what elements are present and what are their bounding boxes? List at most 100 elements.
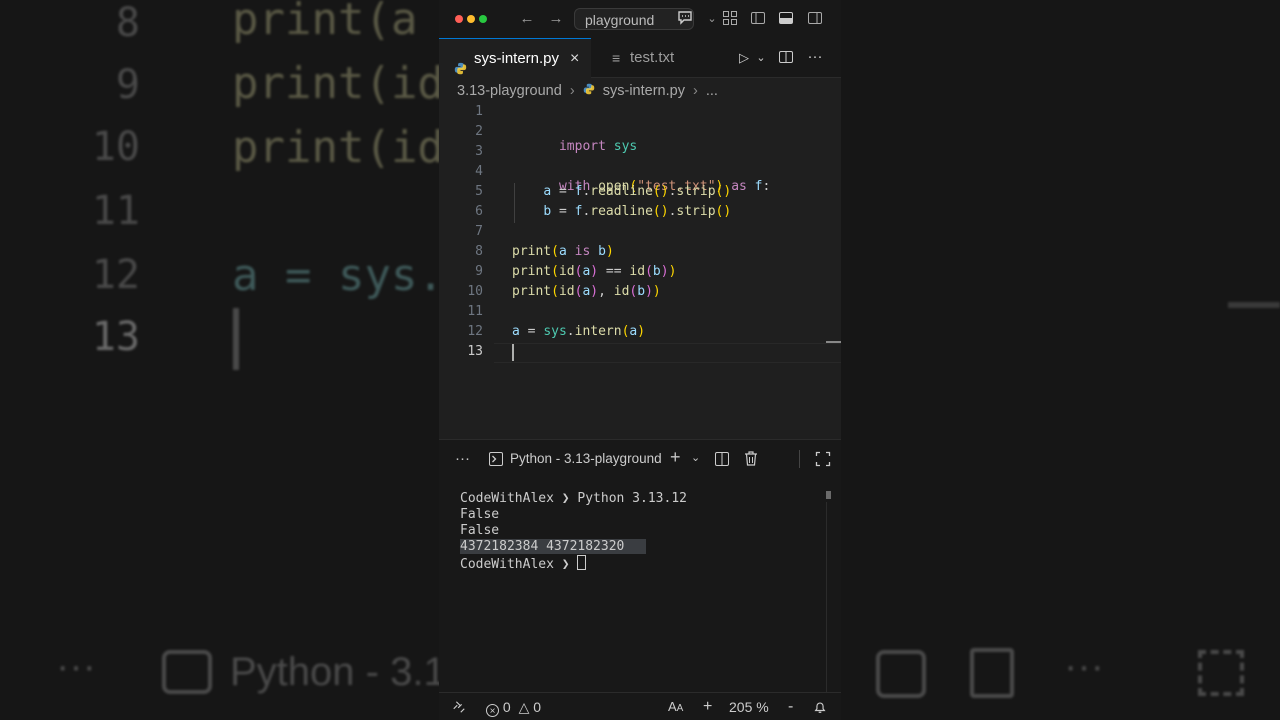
bg-line-number: 12 [91,252,140,298]
close-icon[interactable]: × [570,39,579,79]
terminal-tab-label[interactable]: Python - 3.13-playground [510,450,662,468]
code-token: sys [613,139,638,154]
breadcrumb-file[interactable]: sys-intern.py [603,83,685,99]
line-number: 12 [467,324,483,339]
editor-window: ← → playground ⌄ sys-intern.py × ≡ test.… [439,0,841,720]
bg-code-line: print(id [232,122,444,173]
tab-label: sys-intern.py [474,50,560,67]
line-number: 9 [475,264,483,279]
split-editor-icon[interactable] [777,49,795,67]
bg-maximize-icon [1198,650,1244,696]
bell-icon[interactable] [813,693,827,720]
bg-trash-icon [970,648,1014,698]
close-window-icon[interactable] [455,15,463,23]
terminal-icon [488,451,504,472]
chevron-down-icon[interactable]: ⌄ [691,449,700,467]
terminal-line: CodeWithAlex ❯ Python 3.13.12 [460,491,687,506]
bg-terminal-label: Python - 3.1 [230,650,446,694]
remote-icon[interactable] [452,693,466,720]
line-number: 11 [467,304,483,319]
font-size-label: A [668,699,677,714]
code-line: print(id(a), id(b)) [512,284,661,299]
bg-code-line: a = sys. [232,250,444,301]
chevron-right-icon: › [569,83,575,99]
warning-count: 0 [533,699,542,715]
run-icon[interactable]: ▷ [735,49,753,67]
line-number-current: 13 [467,344,483,359]
bg-split-icon [876,650,926,698]
tab-sys-intern-py[interactable]: sys-intern.py × [439,38,591,78]
terminal-panel: ··· Python - 3.13-playground + ⌄ CodeWit… [439,439,841,693]
title-bar: ← → playground ⌄ [439,0,841,38]
tab-test-txt[interactable]: ≡ test.txt [591,38,717,78]
customize-layout-icon[interactable] [721,10,739,28]
warning-icon: △ [518,699,530,715]
trash-icon[interactable] [743,450,759,472]
code-line: print(a is b) [512,244,614,259]
toggle-panel-icon[interactable] [777,10,795,28]
bg-terminal-icon [162,650,212,694]
toggle-primary-sidebar-icon[interactable] [749,10,767,28]
python-icon [583,80,596,102]
zoom-out-button[interactable]: - [788,693,793,720]
scroll-track [826,502,827,693]
code-line: print(id(a) == id(b)) [512,264,677,279]
scroll-position-marker [826,341,841,343]
line-number: 4 [475,164,483,179]
font-size-icon[interactable]: AA [668,693,683,720]
prompt-text: CodeWithAlex ❯ [460,557,578,572]
bg-line-number: 13 [91,314,140,360]
text-caret [512,344,514,361]
code-token: import [558,139,606,154]
copilot-chat-icon[interactable] [676,9,694,27]
bg-caret [233,308,239,370]
code-line: import sys [512,124,637,169]
terminal-prompt[interactable]: CodeWithAlex ❯ [460,555,587,572]
breadcrumb-more[interactable]: ... [706,83,718,99]
code-line: a = f.readline().strip() [543,184,732,199]
bg-more-icon-2: ··· [1064,644,1104,688]
split-terminal-icon[interactable] [714,451,730,472]
zoom-in-button[interactable]: + [703,693,712,720]
zoom-level[interactable]: 205 % [729,693,769,720]
terminal-scrollbar[interactable] [826,491,831,499]
problems-indicator[interactable]: × 0 △ 0 [486,693,541,720]
terminal-cursor [577,555,587,570]
bg-line-number: 10 [91,124,140,170]
tab-label: test.txt [630,49,675,66]
text-file-icon: ≡ [612,50,621,66]
line-number: 8 [475,244,483,259]
breadcrumb: 3.13-playground › sys-intern.py › ... [457,80,718,102]
error-icon: × [486,704,499,717]
divider [799,450,800,468]
bg-code-line: print(a [232,0,418,45]
maximize-window-icon[interactable] [479,15,487,23]
current-line-highlight [494,343,841,363]
back-arrow-icon[interactable]: ← [518,10,536,28]
status-bar: × 0 △ 0 AA + 205 % - [439,692,841,720]
forward-arrow-icon[interactable]: → [547,10,565,28]
code-editor[interactable]: 1 2 3 4 5 6 7 8 9 10 11 12 13 import sys… [439,102,841,438]
chevron-down-icon[interactable]: ⌄ [703,10,721,28]
more-actions-icon[interactable]: ··· [455,450,470,468]
bg-more-icon: ··· [56,644,96,688]
line-number: 5 [475,184,483,199]
toggle-secondary-sidebar-icon[interactable] [806,10,824,28]
chevron-down-icon[interactable]: ⌄ [752,49,770,67]
more-actions-icon[interactable]: ··· [806,48,824,66]
minimize-window-icon[interactable] [467,15,475,23]
code-line: a = sys.intern(a) [512,324,646,339]
line-number: 6 [475,204,483,219]
line-number: 7 [475,224,483,239]
line-number: 3 [475,144,483,159]
terminal-line: False [460,507,500,522]
error-count: 0 [502,699,511,715]
chevron-right-icon: › [692,83,698,99]
bg-line-number: 8 [115,0,140,46]
python-icon [454,51,468,75]
new-terminal-plus-icon[interactable]: + [670,448,681,466]
breadcrumb-folder[interactable]: 3.13-playground [457,83,562,99]
editor-tabs: sys-intern.py × ≡ test.txt ▷ ⌄ ··· [439,38,841,78]
maximize-panel-icon[interactable] [815,451,831,472]
code-line: b = f.readline().strip() [543,204,732,219]
